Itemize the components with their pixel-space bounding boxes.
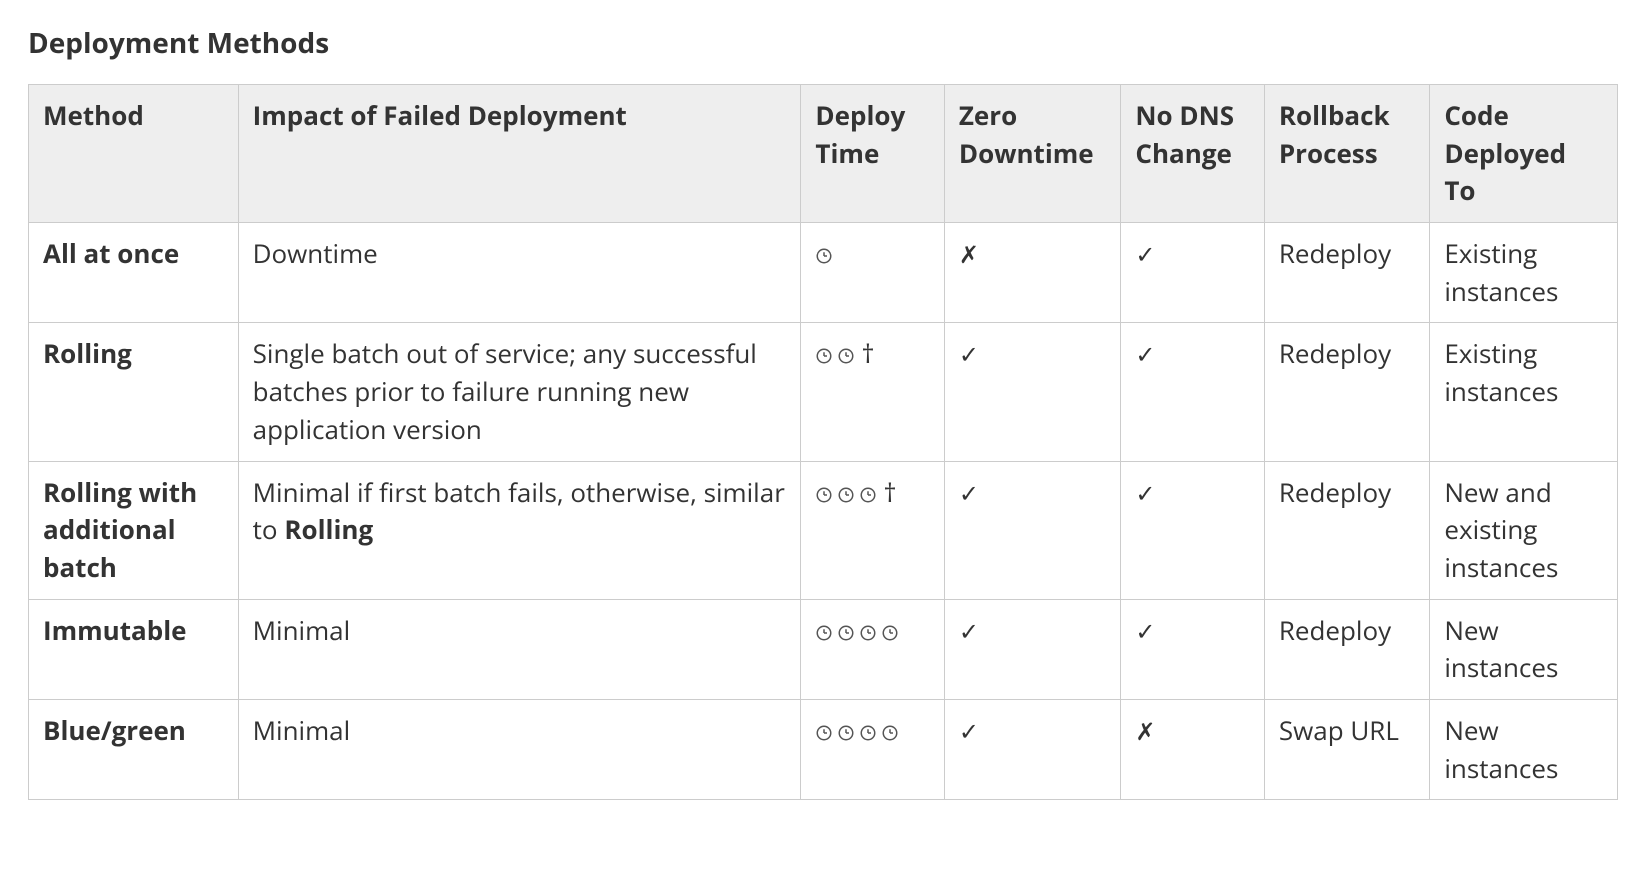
- cell-deploy-time: [801, 223, 944, 323]
- header-method: Method: [29, 85, 239, 223]
- header-rollback: Rollback Process: [1264, 85, 1430, 223]
- clock-icon: [815, 486, 833, 504]
- cell-zero-downtime: ✓: [944, 461, 1121, 599]
- header-no-dns-change: No DNS Change: [1121, 85, 1264, 223]
- cross-icon: ✗: [1135, 719, 1155, 746]
- clock-icon: [859, 724, 877, 742]
- cell-method: All at once: [29, 223, 239, 323]
- cell-method: Immutable: [29, 599, 239, 699]
- cell-impact: Single batch out of service; any success…: [238, 323, 801, 461]
- cell-rollback: Redeploy: [1264, 599, 1430, 699]
- cell-zero-downtime: ✓: [944, 323, 1121, 461]
- header-zero-downtime: Zero Downtime: [944, 85, 1121, 223]
- cell-impact: Minimal: [238, 599, 801, 699]
- check-icon: ✓: [1135, 242, 1155, 269]
- cross-icon: ✗: [959, 242, 979, 269]
- cell-no-dns-change: ✓: [1121, 599, 1264, 699]
- header-impact: Impact of Failed Deployment: [238, 85, 801, 223]
- dagger-icon: †: [859, 335, 874, 371]
- check-icon: ✓: [1135, 342, 1155, 369]
- cell-code-to: Existing instances: [1430, 323, 1618, 461]
- clock-icon: [881, 624, 899, 642]
- table-row: All at once Downtime ✗ ✓ RedeployExisting in…: [29, 223, 1618, 323]
- header-code-to: Code Deployed To: [1430, 85, 1618, 223]
- cell-zero-downtime: ✗: [944, 223, 1121, 323]
- cell-code-to: New and existing instances: [1430, 461, 1618, 599]
- clock-icon: [859, 486, 877, 504]
- cell-method: Rolling with additional batch: [29, 461, 239, 599]
- header-deploy-time: Deploy Time: [801, 85, 944, 223]
- dagger-icon: †: [881, 474, 896, 510]
- check-icon: ✓: [959, 719, 979, 746]
- page-title: Deployment Methods: [28, 24, 1618, 62]
- check-icon: ✓: [1135, 619, 1155, 646]
- table-row: Blue/green Minimal ✓ ✗ Swap URLNew instances: [29, 699, 1618, 799]
- cell-no-dns-change: ✗: [1121, 699, 1264, 799]
- cell-code-to: Existing instances: [1430, 223, 1618, 323]
- impact-text: Single batch out of service; any success…: [253, 335, 757, 446]
- clock-icon: [837, 724, 855, 742]
- cell-deploy-time: [801, 599, 944, 699]
- cell-impact: Minimal: [238, 699, 801, 799]
- impact-text: Minimal: [253, 612, 351, 648]
- cell-rollback: Redeploy: [1264, 323, 1430, 461]
- check-icon: ✓: [959, 342, 979, 369]
- clock-icon: [815, 247, 833, 265]
- cell-code-to: New instances: [1430, 599, 1618, 699]
- cell-rollback: Redeploy: [1264, 461, 1430, 599]
- clock-icon: [815, 624, 833, 642]
- clock-icon: [837, 624, 855, 642]
- table-header-row: Method Impact of Failed Deployment Deplo…: [29, 85, 1618, 223]
- cell-impact: Downtime: [238, 223, 801, 323]
- check-icon: ✓: [1135, 481, 1155, 508]
- table-row: RollingSingle batch out of service; any …: [29, 323, 1618, 461]
- clock-icon: [815, 347, 833, 365]
- cell-impact: Minimal if first batch fails, otherwise,…: [238, 461, 801, 599]
- cell-deploy-time: †: [801, 461, 944, 599]
- clock-icon: [881, 724, 899, 742]
- cell-zero-downtime: ✓: [944, 699, 1121, 799]
- clock-icon: [859, 624, 877, 642]
- cell-rollback: Redeploy: [1264, 223, 1430, 323]
- cell-code-to: New instances: [1430, 699, 1618, 799]
- impact-text: Downtime: [253, 235, 378, 271]
- clock-icon: [837, 347, 855, 365]
- table-row: Immutable Minimal ✓ ✓ RedeployNew instances: [29, 599, 1618, 699]
- cell-method: Rolling: [29, 323, 239, 461]
- cell-method: Blue/green: [29, 699, 239, 799]
- impact-text: Minimal: [253, 712, 351, 748]
- deployment-methods-table: Method Impact of Failed Deployment Deplo…: [28, 84, 1618, 800]
- check-icon: ✓: [959, 619, 979, 646]
- check-icon: ✓: [959, 481, 979, 508]
- table-row: Rolling with additional batchMinimal if …: [29, 461, 1618, 599]
- cell-no-dns-change: ✓: [1121, 461, 1264, 599]
- cell-rollback: Swap URL: [1264, 699, 1430, 799]
- impact-bold-suffix: Rolling: [284, 511, 373, 547]
- cell-zero-downtime: ✓: [944, 599, 1121, 699]
- clock-icon: [837, 486, 855, 504]
- cell-deploy-time: [801, 699, 944, 799]
- cell-no-dns-change: ✓: [1121, 223, 1264, 323]
- cell-no-dns-change: ✓: [1121, 323, 1264, 461]
- clock-icon: [815, 724, 833, 742]
- cell-deploy-time: †: [801, 323, 944, 461]
